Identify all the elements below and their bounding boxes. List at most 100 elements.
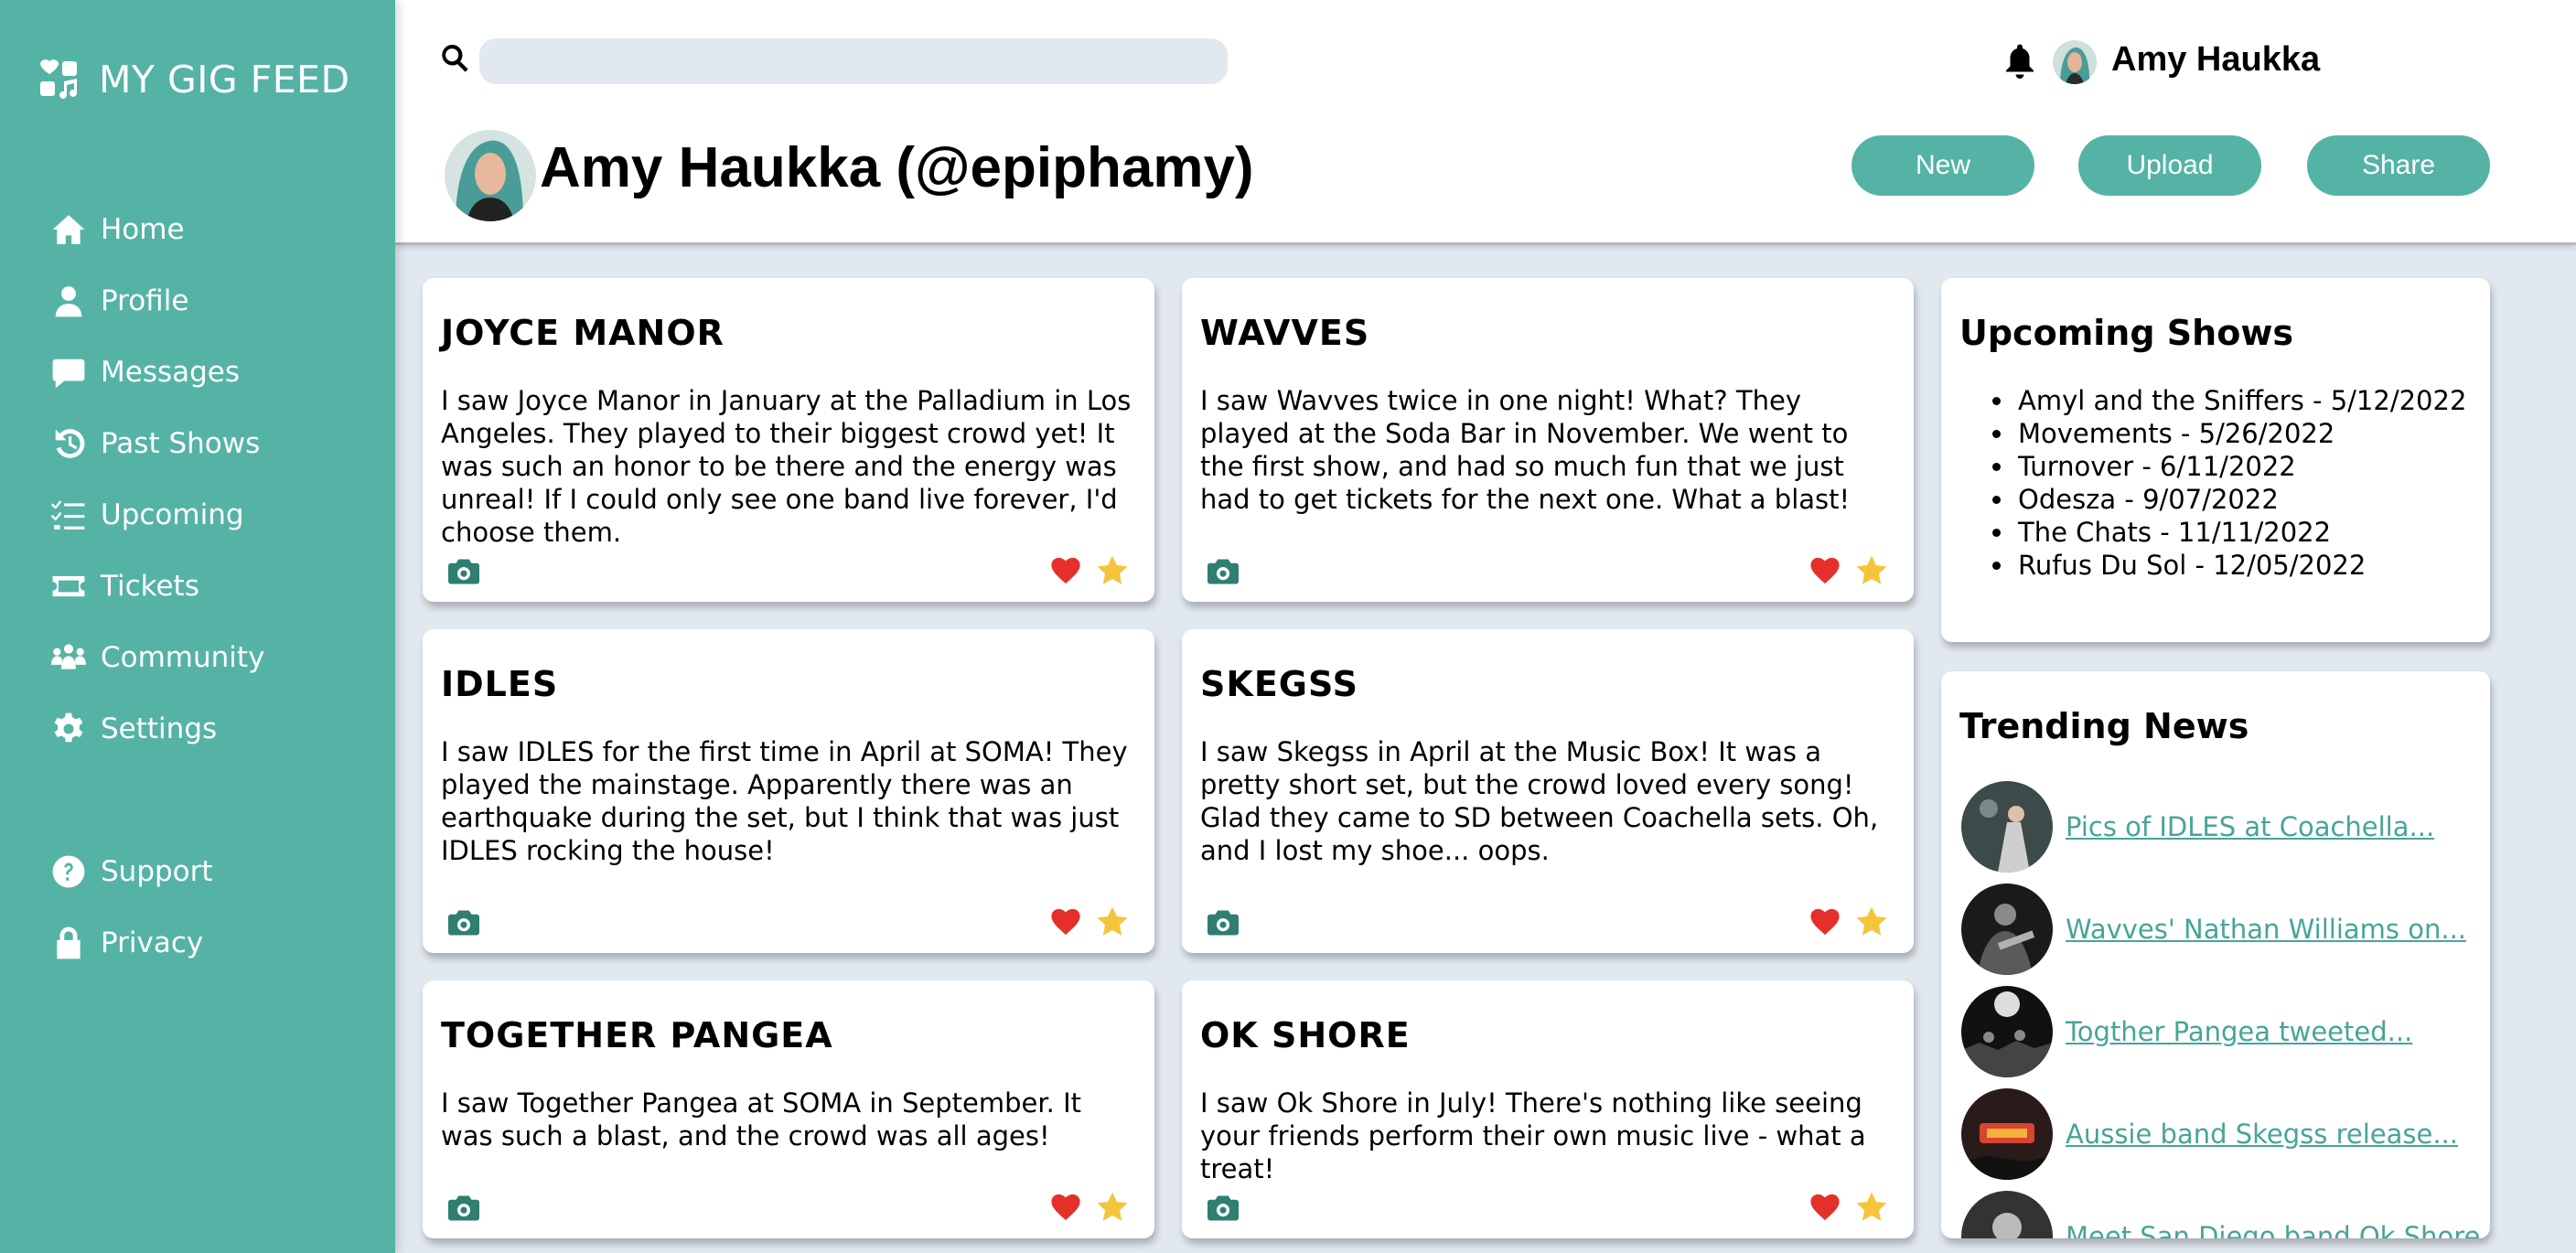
post-body: I saw Together Pangea at SOMA in Septemb… <box>441 1087 1081 1151</box>
news-link[interactable]: Wavves' Nathan Williams on... <box>2066 914 2466 945</box>
list-item: Rufus Du Sol - 12/05/2022 <box>1992 549 2466 582</box>
star-icon[interactable] <box>1096 554 1129 587</box>
list-item: Odesza - 9/07/2022 <box>1992 483 2466 516</box>
post-title: TOGETHER PANGEA <box>441 1015 833 1055</box>
camera-icon[interactable] <box>448 1194 479 1222</box>
news-link[interactable]: Pics of IDLES at Coachella... <box>2066 811 2434 842</box>
nav-item-upcoming[interactable]: Upcoming <box>49 492 244 538</box>
search-icon[interactable] <box>439 42 472 75</box>
new-button[interactable]: New <box>1852 135 2034 196</box>
nav-item-profile[interactable]: Profile <box>49 278 188 324</box>
post-body: I saw Joyce Manor in January at the Pall… <box>441 385 1132 548</box>
list-item: The Chats - 11/11/2022 <box>1992 516 2466 549</box>
post-title: WAVVES <box>1200 313 1370 353</box>
share-button[interactable]: Share <box>2307 135 2490 196</box>
list-item: Movements - 5/26/2022 <box>1992 417 2466 450</box>
news-thumbnail <box>1961 1191 2053 1238</box>
nav-item-community[interactable]: Community <box>49 635 264 680</box>
news-link[interactable]: Meet San Diego band Ok Shore... <box>2066 1221 2490 1238</box>
nav-item-past-shows[interactable]: Past Shows <box>49 421 260 466</box>
message-icon <box>49 353 88 391</box>
list-check-icon <box>49 496 88 534</box>
list-item: Amyl and the Sniffers - 5/12/2022 <box>1992 384 2466 417</box>
heart-icon[interactable] <box>1809 907 1841 937</box>
camera-icon[interactable] <box>448 909 479 937</box>
post-card: IDLES I saw IDLES for the first time in … <box>423 629 1154 953</box>
star-icon[interactable] <box>1096 905 1129 938</box>
history-icon <box>49 424 88 463</box>
nav-label: Upcoming <box>101 498 244 531</box>
nav-item-support[interactable]: Support <box>49 849 213 894</box>
profile-avatar <box>445 130 536 221</box>
news-link[interactable]: Togther Pangea tweeted... <box>2066 1016 2412 1047</box>
upload-button[interactable]: Upload <box>2078 135 2261 196</box>
heart-icon[interactable] <box>1050 1193 1081 1222</box>
nav-label: Support <box>101 855 213 888</box>
nav-label: Tickets <box>101 570 199 603</box>
news-title: Trending News <box>1959 706 2249 746</box>
news-item[interactable]: Pics of IDLES at Coachella... <box>1961 781 2434 873</box>
question-icon <box>49 852 88 891</box>
nav-item-tickets[interactable]: Tickets <box>49 563 199 609</box>
nav-label: Profile <box>101 284 189 317</box>
nav-label: Settings <box>101 712 218 745</box>
news-thumbnail <box>1961 1088 2053 1180</box>
upcoming-list: Amyl and the Sniffers - 5/12/2022 Moveme… <box>1992 384 2466 582</box>
camera-icon[interactable] <box>1208 909 1239 937</box>
news-item[interactable]: Togther Pangea tweeted... <box>1961 986 2412 1077</box>
post-body: I saw IDLES for the first time in April … <box>441 736 1128 866</box>
star-icon[interactable] <box>1855 554 1888 587</box>
lock-icon <box>49 924 88 962</box>
post-body: I saw Ok Shore in July! There's nothing … <box>1200 1087 1866 1184</box>
list-item: Turnover - 6/11/2022 <box>1992 450 2466 483</box>
home-icon <box>49 210 88 249</box>
news-item[interactable]: Wavves' Nathan Williams on... <box>1961 884 2466 975</box>
news-thumbnail <box>1961 781 2053 873</box>
news-thumbnail <box>1961 986 2053 1077</box>
heart-icon[interactable] <box>1809 556 1841 585</box>
news-link[interactable]: Aussie band Skegss release... <box>2066 1119 2458 1150</box>
news-item[interactable]: Aussie band Skegss release... <box>1961 1088 2458 1180</box>
post-title: IDLES <box>441 664 559 704</box>
post-title: SKEGSS <box>1200 664 1358 704</box>
bell-icon[interactable] <box>2003 44 2036 80</box>
post-title: JOYCE MANOR <box>441 313 724 353</box>
user-icon <box>49 282 88 320</box>
ticket-icon <box>49 567 88 605</box>
post-title: OK SHORE <box>1200 1015 1411 1055</box>
nav-label: Past Shows <box>101 427 261 460</box>
upcoming-shows-panel: Upcoming Shows Amyl and the Sniffers - 5… <box>1941 278 2490 642</box>
star-icon[interactable] <box>1855 1191 1888 1224</box>
avatar[interactable] <box>2053 40 2097 84</box>
upcoming-title: Upcoming Shows <box>1959 313 2294 353</box>
heart-icon[interactable] <box>1050 556 1081 585</box>
music-logo-icon <box>37 58 80 102</box>
heart-icon[interactable] <box>1050 907 1081 937</box>
nav-item-home[interactable]: Home <box>49 207 185 252</box>
app-brand[interactable]: MY GIG FEED <box>37 57 350 102</box>
camera-icon[interactable] <box>448 558 479 585</box>
page-title: Amy Haukka (@epiphamy) <box>540 136 1254 199</box>
user-name[interactable]: Amy Haukka <box>2111 40 2320 80</box>
post-card: JOYCE MANOR I saw Joyce Manor in January… <box>423 278 1154 602</box>
gear-icon <box>49 710 88 748</box>
search-input[interactable] <box>479 38 1228 84</box>
camera-icon[interactable] <box>1208 1194 1239 1222</box>
post-body: I saw Wavves twice in one night! What? T… <box>1200 385 1851 515</box>
nav-item-settings[interactable]: Settings <box>49 706 217 752</box>
nav-item-messages[interactable]: Messages <box>49 349 240 395</box>
app-name: MY GIG FEED <box>99 58 350 102</box>
post-card: SKEGSS I saw Skegss in April at the Musi… <box>1182 629 1914 953</box>
post-card: TOGETHER PANGEA I saw Together Pangea at… <box>423 980 1154 1238</box>
people-icon <box>49 638 88 677</box>
nav-label: Messages <box>101 356 241 389</box>
post-card: OK SHORE I saw Ok Shore in July! There's… <box>1182 980 1914 1238</box>
star-icon[interactable] <box>1855 905 1888 938</box>
news-thumbnail <box>1961 884 2053 975</box>
heart-icon[interactable] <box>1809 1193 1841 1222</box>
news-item[interactable]: Meet San Diego band Ok Shore... <box>1961 1191 2490 1238</box>
trending-news-panel: Trending News Pics of IDLES at Coachella… <box>1941 671 2490 1238</box>
nav-item-privacy[interactable]: Privacy <box>49 920 203 966</box>
star-icon[interactable] <box>1096 1191 1129 1224</box>
camera-icon[interactable] <box>1208 558 1239 585</box>
